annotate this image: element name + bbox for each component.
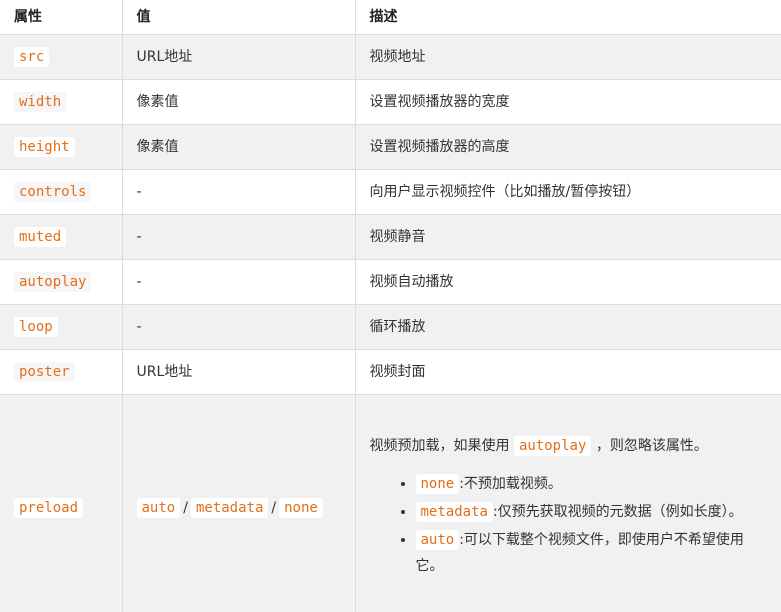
option-text: :仅预先获取视频的元数据（例如长度）。 bbox=[492, 504, 743, 520]
table-row: poster URL地址 视频封面 bbox=[0, 349, 781, 395]
value-cell: auto / metadata / none bbox=[121, 394, 356, 612]
list-item: none:不预加载视频。 bbox=[415, 471, 768, 497]
table-row: loop - 循环播放 bbox=[0, 304, 781, 350]
value-code-none: none bbox=[279, 498, 323, 518]
value-code-metadata: metadata bbox=[190, 498, 269, 518]
table-row-preload: preload auto / metadata / none 视频预加载，如果使用 au… bbox=[0, 394, 781, 612]
value-cell: 像素值 bbox=[121, 124, 356, 170]
attr-code: src bbox=[14, 47, 50, 67]
value-code-auto: auto bbox=[136, 498, 181, 518]
desc-cell: 设置视频播放器的宽度 bbox=[354, 79, 781, 125]
value-cell: 像素值 bbox=[121, 79, 356, 125]
attr-code: loop bbox=[14, 317, 58, 337]
desc-code: autoplay bbox=[513, 436, 592, 456]
header-description: 描述 bbox=[354, 0, 781, 35]
header-attribute: 属性 bbox=[0, 0, 123, 35]
table-row: controls - 向用户显示视频控件（比如播放/暂停按钮） bbox=[0, 169, 781, 215]
table-row: src URL地址 视频地址 bbox=[0, 34, 781, 80]
attr-cell: height bbox=[0, 124, 123, 170]
desc-cell: 视频静音 bbox=[354, 214, 781, 260]
table-row: muted - 视频静音 bbox=[0, 214, 781, 260]
value-cell: - bbox=[121, 169, 356, 215]
attr-cell: muted bbox=[0, 214, 123, 260]
desc-text: ，则忽略该属性。 bbox=[595, 438, 708, 454]
desc-cell: 视频地址 bbox=[354, 34, 781, 80]
attr-cell: width bbox=[0, 79, 123, 125]
value-cell: URL地址 bbox=[121, 34, 356, 80]
option-code: none bbox=[415, 474, 460, 494]
list-item: auto:可以下载整个视频文件，即使用户不希望使用它。 bbox=[415, 527, 768, 579]
attr-code: height bbox=[14, 137, 75, 157]
option-code: metadata bbox=[415, 502, 493, 522]
attr-code: preload bbox=[14, 498, 84, 518]
attr-code: autoplay bbox=[14, 272, 92, 292]
list-item: metadata:仅预先获取视频的元数据（例如长度）。 bbox=[415, 499, 768, 525]
attr-cell: autoplay bbox=[0, 259, 123, 305]
value-cell: - bbox=[121, 259, 356, 305]
desc-cell: 视频封面 bbox=[354, 349, 781, 395]
desc-cell: 视频预加载，如果使用 autoplay ，则忽略该属性。 none:不预加载视频… bbox=[354, 394, 781, 612]
header-value: 值 bbox=[121, 0, 356, 35]
desc-cell: 向用户显示视频控件（比如播放/暂停按钮） bbox=[354, 169, 781, 215]
desc-text: 视频预加载，如果使用 bbox=[369, 438, 510, 454]
attr-code: poster bbox=[14, 362, 75, 382]
value-separator: / bbox=[271, 500, 277, 516]
attr-cell: controls bbox=[0, 169, 123, 215]
option-code: auto bbox=[415, 530, 460, 550]
desc-cell: 视频自动播放 bbox=[354, 259, 781, 305]
attr-cell: src bbox=[0, 34, 123, 80]
option-text: :不预加载视频。 bbox=[459, 476, 562, 492]
option-text: :可以下载整个视频文件，即使用户不希望使用它。 bbox=[415, 532, 744, 574]
video-attributes-table: 属性 值 描述 src URL地址 视频地址 width 像素值 设置视频播放器… bbox=[0, 0, 781, 612]
value-cell: - bbox=[121, 304, 356, 350]
preload-description: 视频预加载，如果使用 autoplay ，则忽略该属性。 bbox=[370, 435, 768, 457]
attr-code: width bbox=[14, 92, 67, 112]
value-cell: - bbox=[121, 214, 356, 260]
preload-options-list: none:不预加载视频。 metadata:仅预先获取视频的元数据（例如长度）。… bbox=[370, 471, 768, 579]
desc-cell: 设置视频播放器的高度 bbox=[354, 124, 781, 170]
table-row: width 像素值 设置视频播放器的宽度 bbox=[0, 79, 781, 125]
value-separator: / bbox=[183, 500, 188, 516]
desc-cell: 循环播放 bbox=[354, 304, 781, 350]
attr-cell: poster bbox=[0, 349, 123, 395]
attr-code: controls bbox=[14, 182, 92, 202]
attr-code: muted bbox=[14, 227, 67, 247]
table-header-row: 属性 值 描述 bbox=[0, 0, 781, 35]
table-row: height 像素值 设置视频播放器的高度 bbox=[0, 124, 781, 170]
table-row: autoplay - 视频自动播放 bbox=[0, 259, 781, 305]
attr-cell: loop bbox=[0, 304, 123, 350]
attr-cell: preload bbox=[0, 394, 123, 612]
value-cell: URL地址 bbox=[121, 349, 356, 395]
